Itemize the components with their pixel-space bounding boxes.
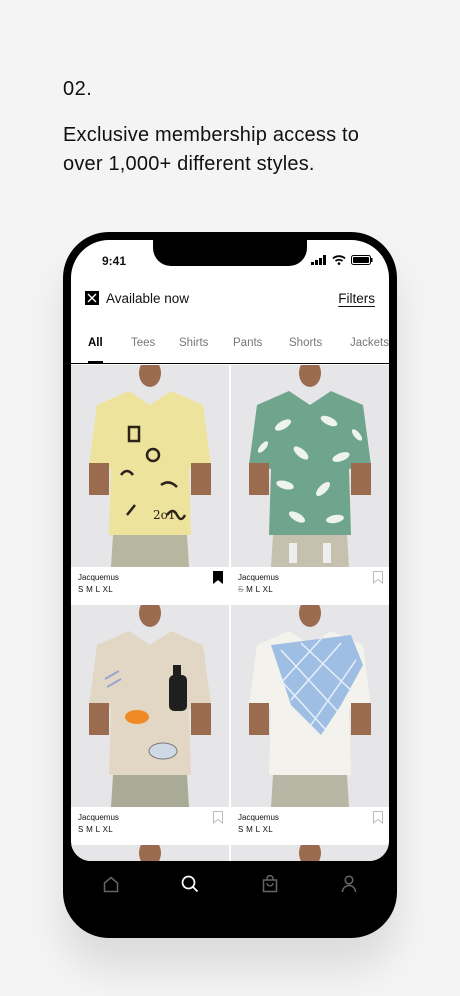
wifi-icon — [332, 255, 346, 265]
notch — [153, 240, 307, 266]
bookmark-icon[interactable] — [373, 811, 383, 824]
available-sizes: S M L XL — [78, 825, 114, 834]
product-sizes: S M L XL — [238, 585, 273, 594]
product-brand: Jacquemus — [238, 813, 279, 822]
product-image[interactable] — [231, 365, 389, 567]
app-screen: 9:41 Available now Filters All Tees Shir… — [71, 240, 389, 861]
profile-icon — [342, 875, 357, 893]
nav-home[interactable] — [71, 861, 151, 907]
available-sizes: M L XL — [246, 585, 274, 594]
bottom-nav — [71, 861, 389, 907]
status-time: 9:41 — [102, 254, 127, 268]
tab-all[interactable]: All — [88, 337, 103, 349]
product-sizes: S M L XL — [78, 825, 113, 834]
product-card[interactable]: 2o1 Jacquemus S M L XL — [71, 365, 229, 603]
nav-bag[interactable] — [230, 861, 310, 907]
close-icon[interactable] — [85, 291, 99, 305]
bookmark-icon[interactable] — [213, 811, 223, 824]
phone-frame: 9:41 Available now Filters All Tees Shir… — [63, 232, 397, 938]
unavailable-size: S — [238, 585, 244, 594]
battery-icon — [351, 255, 373, 265]
tab-shirts[interactable]: Shirts — [179, 337, 208, 349]
tab-pants[interactable]: Pants — [233, 337, 262, 349]
home-icon — [103, 876, 118, 892]
nav-profile[interactable] — [310, 861, 390, 907]
availability-header: Available now Filters — [85, 287, 375, 309]
available-sizes: S M L XL — [78, 585, 114, 594]
category-tabs: All Tees Shirts Pants Shorts Jackets — [71, 326, 389, 364]
product-card[interactable]: Jacquemus S M L XL — [71, 605, 229, 843]
tab-shorts[interactable]: Shorts — [289, 337, 322, 349]
product-card[interactable]: Jacquemus S M L XL — [231, 365, 389, 603]
status-icons — [311, 255, 373, 265]
product-card[interactable] — [71, 845, 229, 861]
tab-tees[interactable]: Tees — [131, 337, 155, 349]
product-brand: Jacquemus — [78, 573, 119, 582]
bookmark-icon[interactable] — [373, 571, 383, 584]
available-sizes: S M L XL — [238, 825, 274, 834]
product-brand: Jacquemus — [78, 813, 119, 822]
product-image[interactable] — [231, 845, 389, 861]
product-image[interactable]: 2o1 — [71, 365, 229, 567]
bag-icon — [262, 875, 277, 893]
product-sizes: S M L XL — [238, 825, 273, 834]
signal-icon — [311, 255, 326, 265]
product-image[interactable] — [71, 845, 229, 861]
bookmark-filled-icon[interactable] — [213, 571, 223, 584]
step-number: 02. — [63, 78, 93, 100]
product-card[interactable] — [231, 845, 389, 861]
product-card[interactable]: Jacquemus S M L XL — [231, 605, 389, 843]
availability-label: Available now — [106, 290, 190, 306]
search-icon — [181, 875, 199, 893]
product-image[interactable] — [71, 605, 229, 807]
filters-link[interactable]: Filters — [338, 291, 375, 306]
active-tab-indicator — [88, 361, 103, 364]
product-brand: Jacquemus — [238, 573, 279, 582]
nav-search[interactable] — [151, 861, 231, 907]
tab-jackets[interactable]: Jackets — [350, 337, 389, 349]
headline: Exclusive membership access to over 1,00… — [63, 124, 360, 175]
product-sizes: S M L XL — [78, 585, 113, 594]
product-image[interactable] — [231, 605, 389, 807]
svg-text:2o1: 2o1 — [153, 508, 176, 522]
